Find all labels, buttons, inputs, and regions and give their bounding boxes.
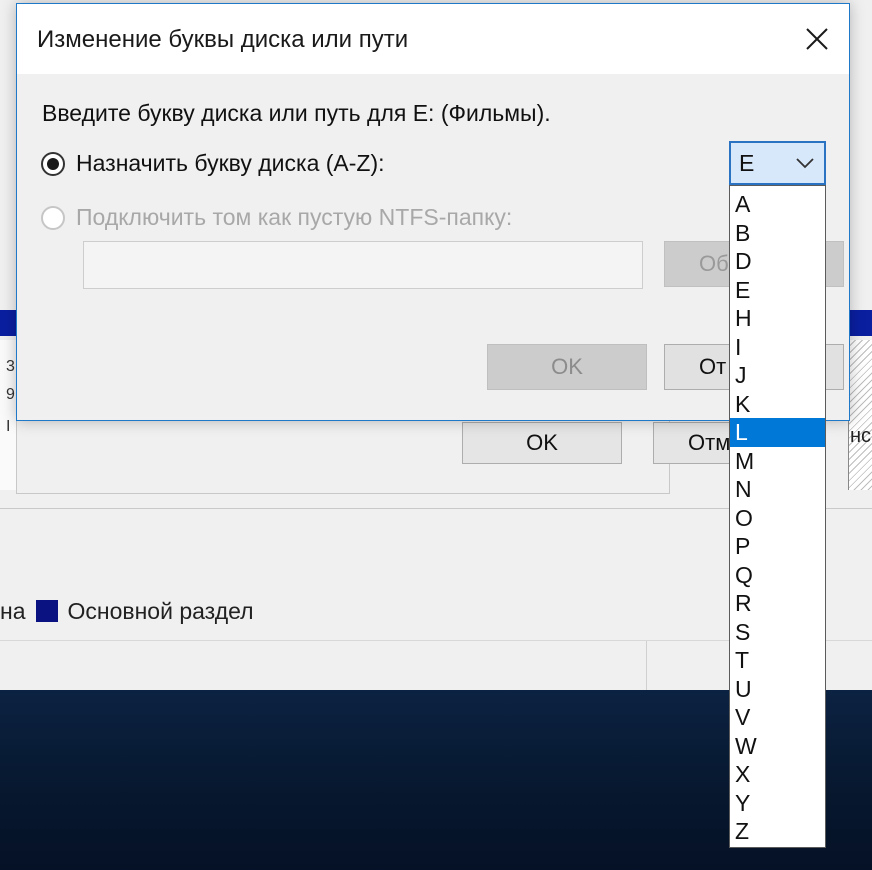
background-ok-button[interactable]: OK [462, 422, 622, 464]
drive-letter-option[interactable]: K [730, 390, 825, 419]
drive-letter-option[interactable]: N [730, 475, 825, 504]
drive-letter-option[interactable]: J [730, 361, 825, 390]
volume-fragment-left: 3 9 I [0, 340, 17, 490]
drive-letter-option[interactable]: T [730, 646, 825, 675]
unallocated-hatch-area [848, 340, 872, 490]
fragment-text: 3 [6, 358, 15, 375]
volume-header-strip-right [850, 310, 872, 336]
background-cancel-button[interactable]: Отм [653, 422, 733, 464]
drive-letter-option[interactable]: R [730, 589, 825, 618]
drive-letter-option[interactable]: D [730, 247, 825, 276]
drive-letter-option[interactable]: A [730, 190, 825, 219]
chevron-down-icon [796, 158, 814, 169]
legend: на Основной раздел [0, 596, 254, 626]
change-drive-letter-dialog: Изменение буквы диска или пути Введите б… [16, 3, 850, 421]
drive-letter-option[interactable]: B [730, 219, 825, 248]
close-button[interactable] [785, 4, 849, 74]
hatch-label-fragment: нс [850, 425, 872, 447]
primary-partition-swatch [35, 600, 58, 622]
title-bar: Изменение буквы диска или пути [17, 4, 849, 74]
drive-letter-option[interactable]: S [730, 618, 825, 647]
mount-folder-label: Подключить том как пустую NTFS-папку: [76, 204, 513, 230]
selected-letter: E [739, 149, 755, 176]
legend-fragment: на [0, 597, 26, 624]
drive-letter-select[interactable]: E [729, 141, 826, 185]
drive-letter-option[interactable]: L [730, 418, 825, 447]
dialog-prompt: Введите букву диска или путь для E: (Фил… [42, 100, 551, 126]
close-icon [806, 28, 828, 50]
assign-letter-radio[interactable] [41, 151, 65, 176]
ok-button[interactable]: OK [487, 344, 647, 390]
drive-letter-option[interactable]: P [730, 532, 825, 561]
drive-letter-option[interactable]: Y [730, 789, 825, 818]
mount-folder-radio[interactable] [41, 205, 65, 230]
mount-folder-option[interactable]: Подключить том как пустую NTFS-папку: [41, 204, 512, 231]
fragment-text: I [6, 418, 11, 435]
drive-letter-option[interactable]: H [730, 304, 825, 333]
drive-letter-option[interactable]: I [730, 333, 825, 362]
fragment-text: 9 [6, 386, 15, 403]
folder-path-input[interactable] [83, 241, 643, 289]
legend-primary-partition: Основной раздел [67, 597, 254, 624]
drive-letter-option[interactable]: E [730, 276, 825, 305]
assign-letter-option[interactable]: Назначить букву диска (A-Z): [41, 150, 385, 177]
radio-selected-dot [47, 157, 59, 170]
drive-letter-list: ABDEHIJKLMNOPQRSTUVWXYZ [729, 185, 826, 848]
drive-letter-option[interactable]: Z [730, 817, 825, 846]
assign-letter-label: Назначить букву диска (A-Z): [76, 150, 385, 176]
volume-header-strip-left [0, 310, 16, 336]
drive-letter-option[interactable]: V [730, 703, 825, 732]
drive-letter-option[interactable]: Q [730, 561, 825, 590]
dialog-title: Изменение буквы диска или пути [37, 26, 409, 53]
status-divider [646, 641, 647, 691]
drive-letter-option[interactable]: U [730, 675, 825, 704]
drive-letter-option[interactable]: O [730, 504, 825, 533]
drive-letter-option[interactable]: W [730, 732, 825, 761]
drive-letter-option[interactable]: X [730, 760, 825, 789]
drive-letter-option[interactable]: M [730, 447, 825, 476]
